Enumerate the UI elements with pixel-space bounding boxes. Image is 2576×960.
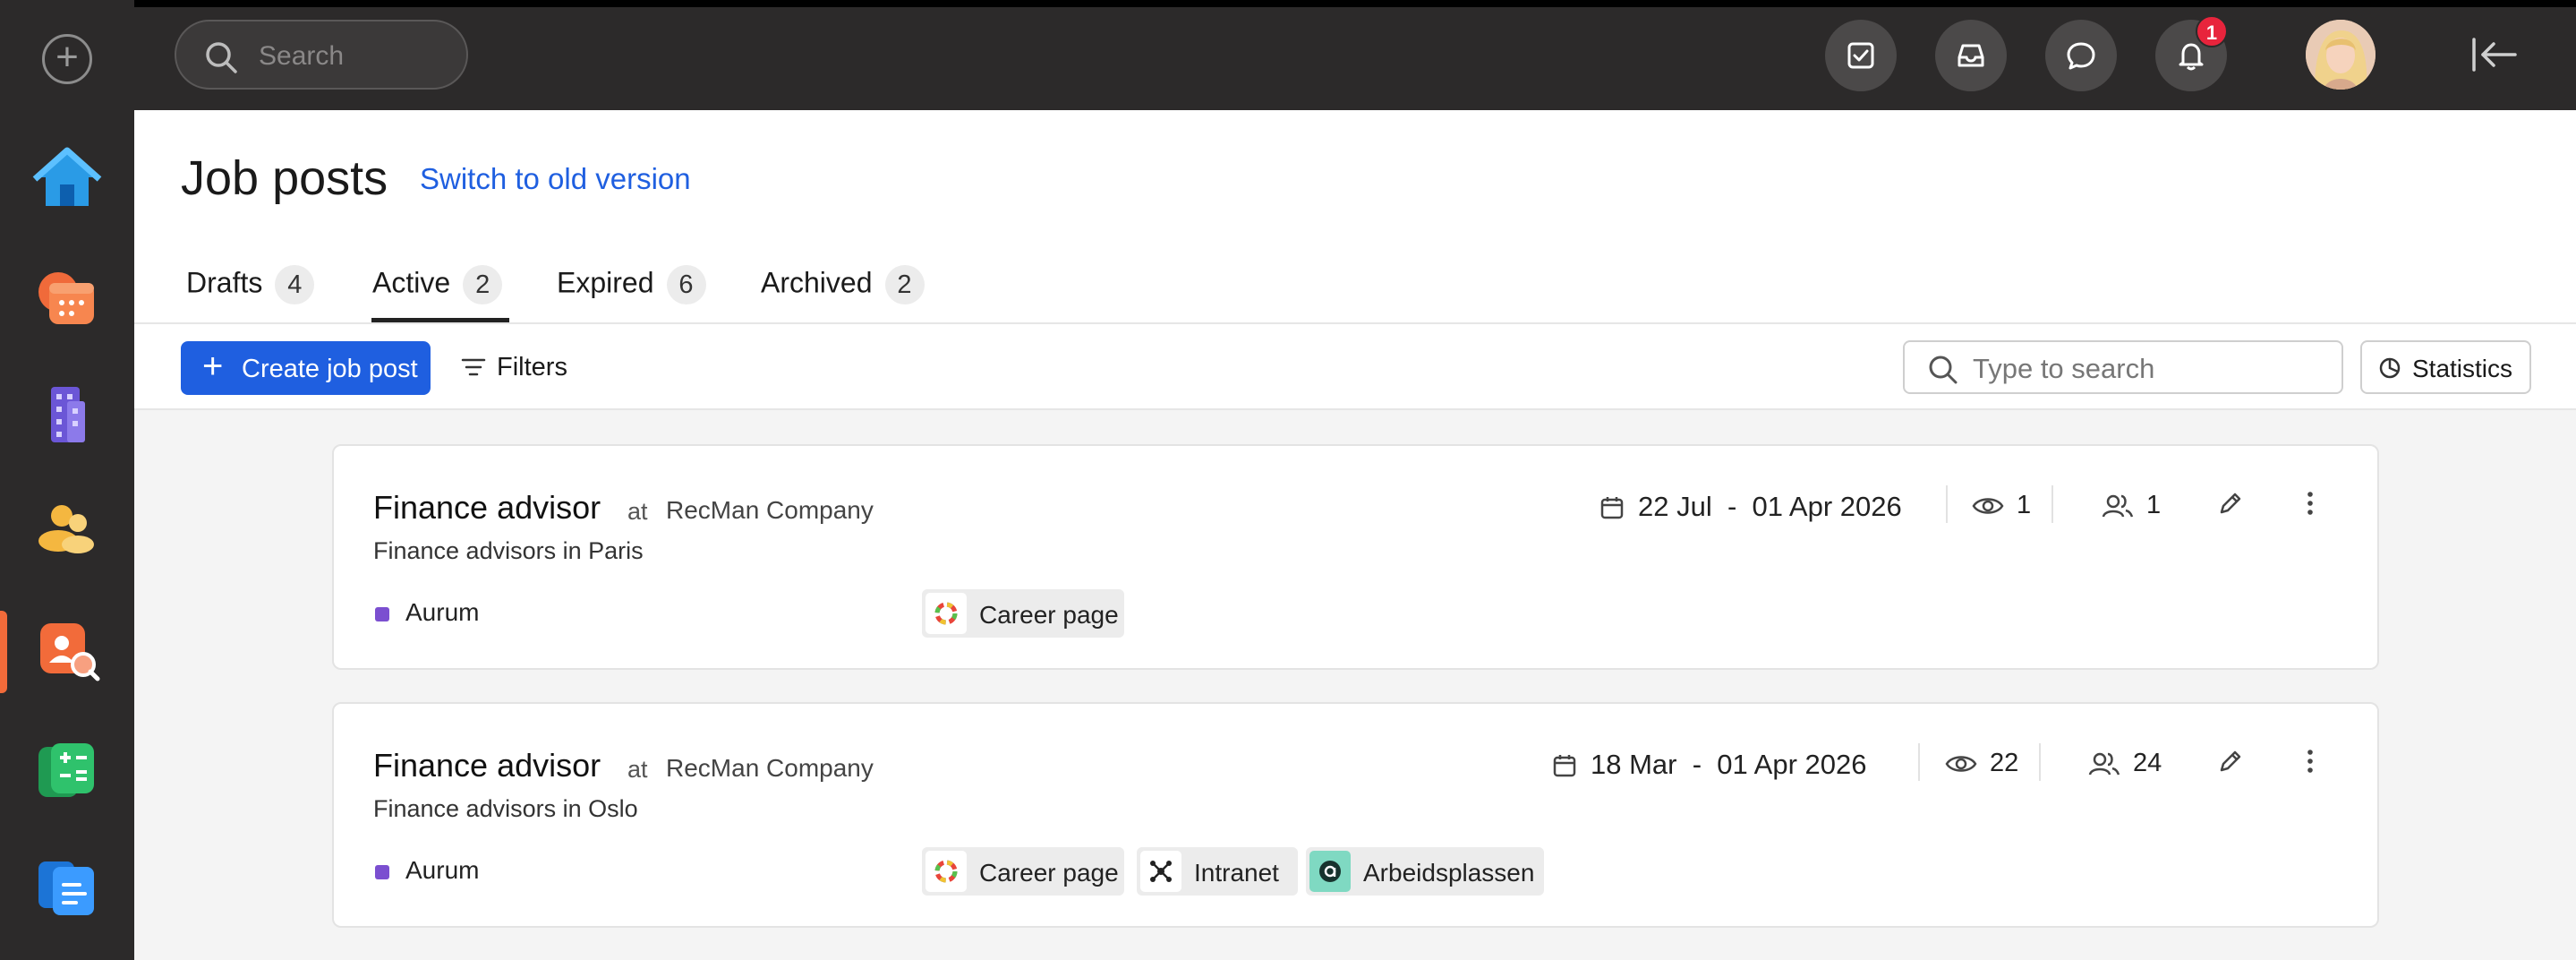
chat-button[interactable] — [2045, 20, 2117, 91]
job-company: RecMan Company — [666, 754, 874, 782]
calendar-icon — [1553, 755, 1576, 777]
date-start: 22 Jul — [1638, 491, 1712, 522]
documents-icon[interactable] — [31, 851, 103, 922]
add-icon[interactable]: + — [42, 34, 92, 84]
intranet-icon — [1140, 851, 1181, 892]
search-icon — [1929, 356, 1958, 384]
tab-active[interactable]: Active 2 — [372, 265, 503, 304]
applicants-value: 24 — [2133, 749, 2162, 777]
global-search[interactable]: Search — [175, 20, 468, 90]
date-separator: - — [1692, 749, 1702, 780]
job-subtitle: Finance advisors in Oslo — [373, 795, 638, 822]
channel-career-page: Career page — [922, 847, 1124, 896]
create-job-post-button[interactable]: + Create job post — [181, 341, 431, 395]
eye-icon — [1972, 498, 2004, 514]
views-value: 22 — [1990, 749, 2019, 777]
job-brand: Aurum — [405, 598, 480, 626]
checkbox-icon — [1847, 42, 1874, 69]
job-company: RecMan Company — [666, 496, 874, 524]
filters-label: Filters — [497, 353, 567, 381]
job-brand: Aurum — [405, 856, 480, 884]
plus-icon: + — [202, 347, 224, 386]
tab-label: Drafts — [186, 266, 263, 299]
channel-label: Intranet — [1194, 859, 1279, 887]
tab-archived[interactable]: Archived 2 — [761, 265, 925, 304]
tab-label: Active — [372, 266, 451, 299]
chat-bubble-icon — [2067, 42, 2095, 70]
statistics-label: Statistics — [2412, 355, 2513, 382]
date-end: 01 Apr 2026 — [1752, 491, 1902, 522]
home-icon[interactable] — [31, 141, 103, 213]
eye-icon — [1945, 756, 1977, 772]
notification-badge: 1 — [2196, 15, 2228, 47]
job-title[interactable]: Finance advisor — [373, 747, 601, 784]
channel-label: Arbeidsplassen — [1363, 859, 1535, 887]
tab-count: 2 — [463, 265, 503, 304]
calendar-icon — [1600, 497, 1624, 519]
applicants-value: 1 — [2146, 491, 2162, 519]
candidate-search-icon[interactable] — [31, 614, 103, 686]
job-title[interactable]: Finance advisor — [373, 489, 601, 527]
collapse-sidebar-icon[interactable] — [2470, 36, 2519, 73]
avatar[interactable] — [2306, 20, 2376, 90]
calendar-icon[interactable] — [31, 261, 103, 333]
building-icon[interactable] — [31, 378, 103, 450]
tab-count: 4 — [275, 265, 315, 304]
sidebar: + — [0, 0, 134, 960]
arbeidsplassen-icon — [1309, 851, 1351, 892]
people-icon[interactable] — [31, 493, 103, 564]
divider — [1946, 485, 1948, 523]
create-job-post-label: Create job post — [242, 355, 418, 383]
channel-career-page: Career page — [922, 589, 1124, 638]
job-at-label: at — [627, 756, 648, 783]
channel-label: Career page — [979, 859, 1119, 887]
job-search-placeholder: Type to search — [1973, 353, 2155, 384]
date-start: 18 Mar — [1591, 749, 1677, 780]
brand-color-dot — [375, 865, 389, 879]
job-subtitle: Finance advisors in Paris — [373, 537, 644, 564]
users-icon — [2088, 752, 2120, 776]
calculator-icon[interactable] — [31, 734, 103, 806]
page-title: Job posts — [181, 151, 388, 205]
channel-label: Career page — [979, 601, 1119, 629]
date-separator: - — [1727, 491, 1737, 522]
tab-count: 6 — [666, 265, 706, 304]
edit-icon[interactable] — [2216, 489, 2245, 518]
tab-label: Archived — [761, 266, 873, 299]
more-options-icon[interactable] — [2296, 489, 2324, 518]
sidebar-active-indicator — [0, 611, 7, 693]
inbox-icon — [1958, 44, 1984, 67]
job-search-input[interactable]: Type to search — [1903, 340, 2343, 394]
channel-intranet: Intranet — [1137, 847, 1298, 896]
users-icon — [2102, 494, 2134, 518]
statistics-button[interactable]: Statistics — [2360, 340, 2531, 394]
filter-icon — [461, 358, 486, 376]
job-post-card[interactable]: Finance advisor at RecMan Company Financ… — [332, 444, 2379, 670]
tab-expired[interactable]: Expired 6 — [557, 265, 706, 304]
tab-drafts[interactable]: Drafts 4 — [186, 265, 315, 304]
career-page-icon — [925, 593, 967, 634]
tab-count: 2 — [884, 265, 925, 304]
divider — [2051, 485, 2053, 523]
tasks-button[interactable] — [1825, 20, 1897, 91]
pie-chart-icon — [2379, 357, 2401, 379]
career-page-icon — [925, 851, 967, 892]
switch-old-version-link[interactable]: Switch to old version — [420, 162, 691, 196]
job-at-label: at — [627, 498, 648, 525]
tab-label: Expired — [557, 266, 654, 299]
channel-arbeidsplassen: Arbeidsplassen — [1306, 847, 1544, 896]
divider — [1918, 743, 1920, 781]
views-value: 1 — [2017, 491, 2032, 519]
search-icon — [206, 42, 237, 73]
brand-color-dot — [375, 607, 389, 621]
job-post-card[interactable]: Finance advisor at RecMan Company Financ… — [332, 702, 2379, 928]
inbox-button[interactable] — [1935, 20, 2007, 91]
edit-icon[interactable] — [2216, 747, 2245, 776]
date-end: 01 Apr 2026 — [1717, 749, 1867, 780]
global-search-placeholder: Search — [259, 41, 345, 71]
divider — [2039, 743, 2041, 781]
more-options-icon[interactable] — [2296, 747, 2324, 776]
